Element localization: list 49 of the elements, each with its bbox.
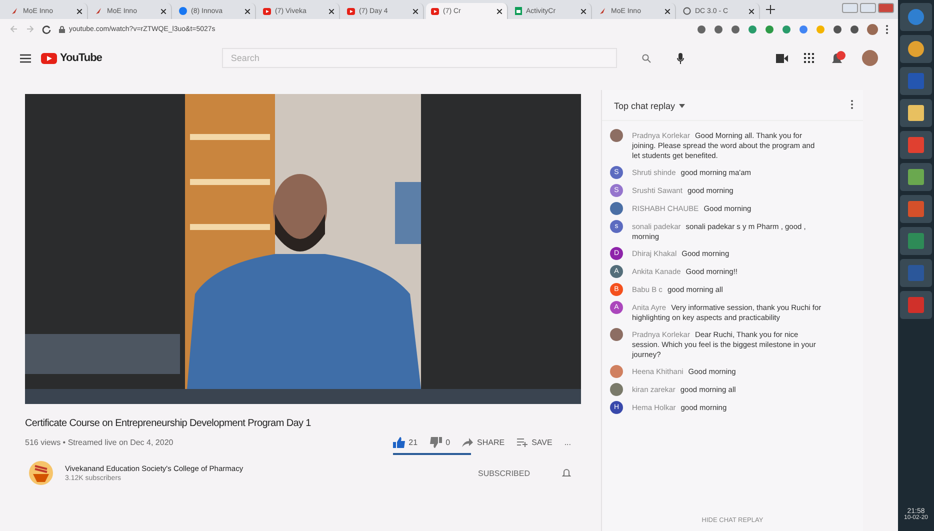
- apps-grid-icon[interactable]: [804, 53, 814, 63]
- taskbar-button[interactable]: [900, 99, 932, 127]
- dislike-button[interactable]: 0: [430, 437, 450, 448]
- thumbs-down-icon: [430, 437, 442, 448]
- feather-icon: [11, 7, 19, 15]
- close-icon[interactable]: [413, 8, 418, 14]
- save-button[interactable]: SAVE: [516, 438, 552, 447]
- close-icon[interactable]: [665, 8, 670, 14]
- like-button[interactable]: 21: [392, 437, 418, 448]
- feather-icon: [599, 7, 607, 15]
- playlist-add-icon: [516, 438, 528, 447]
- search-field[interactable]: Search: [222, 48, 617, 68]
- reload-icon[interactable]: [42, 24, 51, 34]
- youtube-logo[interactable]: YouTube: [41, 52, 102, 64]
- subscribed-button[interactable]: SUBSCRIBED: [478, 468, 530, 478]
- avatar-icon[interactable]: [862, 50, 878, 66]
- video-camera-icon[interactable]: [776, 54, 788, 62]
- search-icon: [642, 54, 652, 62]
- play-icon: [41, 52, 57, 64]
- play-icon: [263, 8, 271, 14]
- close-icon[interactable]: [329, 8, 334, 14]
- chat-mode-dropdown[interactable]: Top chat replay: [614, 101, 686, 111]
- globe-icon: [683, 7, 691, 15]
- share-button[interactable]: SHARE: [462, 438, 505, 447]
- plus-icon[interactable]: [766, 5, 775, 14]
- share-arrow-icon: [462, 438, 474, 447]
- lock-icon: [59, 26, 65, 32]
- video-title: Certificate Course on Entrepreneurship Development Program Day 1: [25, 418, 312, 429]
- feather-icon: [95, 7, 103, 15]
- bell-icon[interactable]: [830, 51, 846, 65]
- play-icon: [347, 8, 355, 14]
- close-icon[interactable]: [497, 8, 502, 14]
- bell-icon[interactable]: [562, 468, 571, 478]
- avatar-icon[interactable]: [867, 24, 878, 34]
- play-icon: [431, 8, 439, 14]
- menu-icon[interactable]: [20, 54, 31, 62]
- taskbar-button[interactable]: [900, 163, 932, 191]
- caret-icon: [679, 104, 686, 108]
- thumbs-up-icon: [392, 437, 405, 448]
- more-button[interactable]: ...: [564, 438, 571, 447]
- facebook-icon: [179, 7, 187, 15]
- taskbar-button[interactable]: [900, 35, 932, 63]
- microphone-icon[interactable]: [676, 52, 684, 64]
- close-icon[interactable]: [77, 8, 82, 14]
- close-icon[interactable]: [749, 8, 754, 14]
- close-icon[interactable]: [581, 8, 586, 14]
- close-icon[interactable]: [161, 8, 166, 14]
- close-icon[interactable]: [245, 8, 250, 14]
- video-stats: 516 views • Streamed live on Dec 4, 2020: [25, 438, 174, 447]
